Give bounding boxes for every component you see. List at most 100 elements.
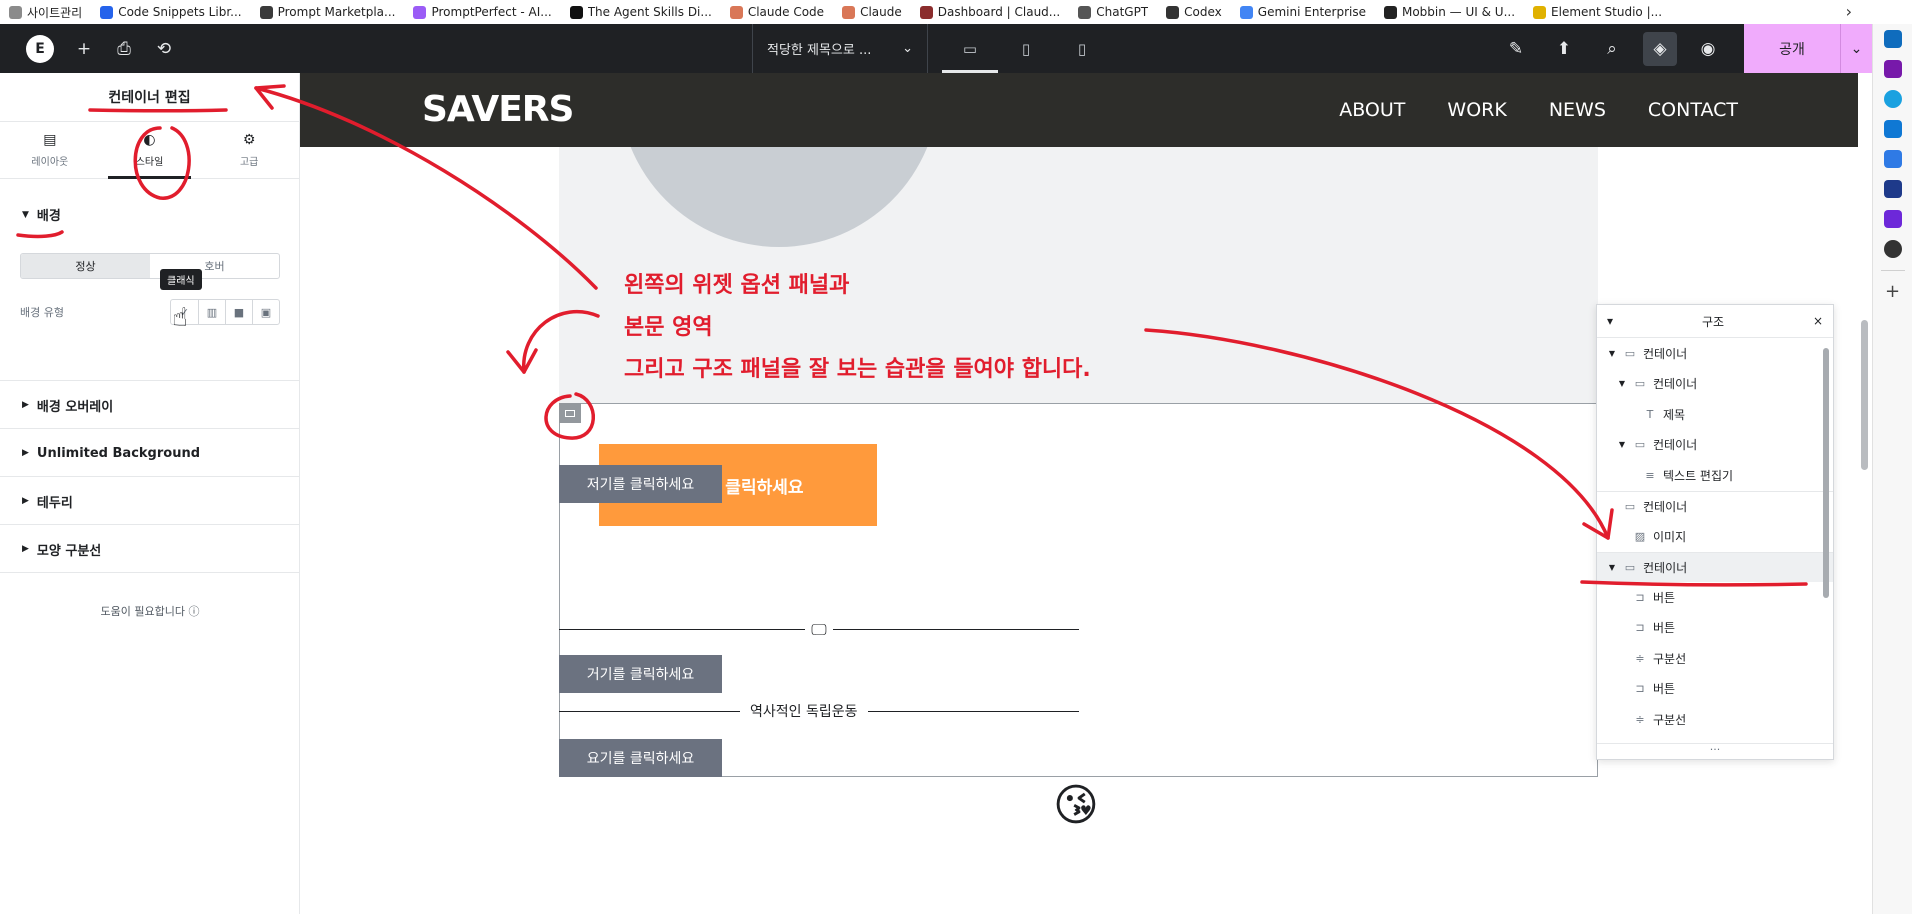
add-icon[interactable]: + (1885, 283, 1900, 301)
structure-row[interactable]: ≑ 구분선 (1597, 643, 1833, 674)
site-logo[interactable]: SAVERS (422, 89, 574, 130)
bookmark-label: Claude (860, 5, 902, 19)
desktop-view-icon[interactable]: ▭ (942, 24, 998, 73)
tab-layout[interactable]: ▤ 레이아웃 (0, 122, 100, 178)
caret-down-icon[interactable]: ▼ (1607, 349, 1617, 358)
bookmark-item[interactable]: Prompt Marketpla... (251, 0, 405, 24)
divider-icon: ≑ (1635, 651, 1645, 665)
container-icon: ▭ (1634, 377, 1646, 391)
bookmark-item[interactable]: Dashboard | Claud... (911, 0, 1070, 24)
bookmark-favicon-icon (919, 5, 933, 19)
structure-row[interactable]: ⊐버튼 (1597, 613, 1833, 644)
app-m-icon[interactable] (1883, 180, 1902, 198)
button-2[interactable]: 거기를 클릭하세요 (559, 655, 722, 693)
nav-item-work[interactable]: WORK (1447, 99, 1506, 121)
bookmark-item[interactable]: Code Snippets Libr... (91, 0, 250, 24)
structure-toggle-icon[interactable]: ▾ (1607, 314, 1613, 328)
app-connect-icon[interactable] (1883, 210, 1902, 228)
outlook-icon[interactable] (1883, 30, 1902, 48)
bookmark-item[interactable]: Claude (833, 0, 911, 24)
canvas-scrollbar[interactable] (1861, 320, 1868, 470)
launch-icon[interactable]: ⬆ (1540, 24, 1588, 73)
bookmark-item[interactable]: Element Studio |... (1524, 0, 1671, 24)
structure-row[interactable]: ▼ ▭ 컨테이너 (1597, 430, 1833, 461)
structure-row[interactable]: ▼ ▭ 컨테이너 (1597, 369, 1833, 400)
annotation-line-2: 본문 영역 (624, 315, 713, 340)
structure-layers-icon[interactable]: ◈ (1643, 31, 1677, 66)
caret-down-icon[interactable]: ▼ (1617, 379, 1627, 388)
section-border[interactable]: ▶ 테두리 (0, 477, 299, 525)
bookmark-item[interactable]: ChatGPT (1069, 0, 1157, 24)
tablet-view-icon[interactable]: ▯ (998, 24, 1054, 73)
bookmark-favicon-icon (1166, 5, 1180, 19)
search-icon[interactable]: ⌕ (1588, 24, 1636, 73)
publish-button[interactable]: 공개 ⌄ (1744, 24, 1872, 73)
nav-item-about[interactable]: ABOUT (1339, 99, 1405, 121)
chevron-down-icon[interactable]: ⌄ (1840, 24, 1872, 73)
bookmark-label: Code Snippets Libr... (118, 5, 242, 19)
bookmark-favicon-icon (1383, 5, 1397, 19)
state-normal-tab[interactable]: 정상 (21, 254, 150, 278)
history-icon[interactable]: ⟲ (144, 24, 184, 73)
bookmark-item[interactable]: The Agent Skills Di... (561, 0, 721, 24)
nav-item-contact[interactable]: CONTACT (1648, 99, 1738, 121)
bookmarks-more-icon[interactable]: › (1846, 2, 1852, 21)
bookmark-item[interactable]: Gemini Enterprise (1231, 0, 1375, 24)
page-settings-icon[interactable]: ⎙ (104, 24, 144, 73)
onenote-icon[interactable] (1883, 60, 1902, 78)
structure-row-label: 컨테이너 (1643, 560, 1688, 575)
structure-row[interactable]: T 제목 (1597, 399, 1833, 430)
structure-row[interactable]: ⊐버튼 (1597, 735, 1833, 744)
button-3[interactable]: 요기를 클릭하세요 (559, 739, 722, 777)
structure-row-label: 버튼 (1653, 621, 1676, 636)
annotation-line-3: 그리고 구조 패널을 잘 보는 습관을 들여야 합니다. (624, 357, 1091, 382)
gradient-icon[interactable]: ▥ (198, 300, 225, 324)
bookmark-item[interactable]: 사이트관리 (0, 0, 91, 24)
structure-row[interactable]: ▨ 이미지 (1597, 521, 1833, 552)
section-background-overlay[interactable]: ▶ 배경 오버레이 (0, 381, 299, 429)
edge-icon[interactable] (1883, 90, 1902, 108)
structure-row[interactable]: ▼ ▭ 컨테이너 (1597, 551, 1833, 582)
slideshow-icon[interactable]: ▣ (252, 300, 279, 324)
chatgpt-icon[interactable] (1883, 240, 1902, 258)
preview-eye-icon[interactable]: ◉ (1684, 24, 1732, 73)
tab-advanced[interactable]: ⚙ 고급 (199, 122, 299, 178)
video-icon[interactable]: ■ (225, 300, 252, 324)
caret-down-icon[interactable]: ▼ (1607, 563, 1617, 572)
button-1[interactable]: 저기를 클릭하세요 (559, 465, 722, 503)
help-label: 도움이 필요합니다 (100, 605, 185, 618)
bookmark-favicon-icon (729, 5, 743, 19)
container-handle-icon[interactable] (559, 403, 581, 423)
bookmarks-bar: 사이트관리 Code Snippets Libr... Prompt Marketp… (0, 0, 1912, 24)
close-icon[interactable]: × (1813, 314, 1823, 328)
tab-style[interactable]: ◐ 스타일 (100, 122, 200, 179)
mobile-view-icon[interactable]: ▯ (1054, 24, 1110, 73)
onedrive-icon[interactable] (1883, 120, 1902, 138)
bookmark-item[interactable]: Codex (1157, 0, 1231, 24)
bookmark-label: Claude Code (747, 5, 825, 19)
site-settings-icon[interactable]: ✎ (1492, 24, 1540, 73)
container-icon: ▭ (1624, 346, 1636, 360)
caret-down-icon[interactable]: ▼ (1617, 440, 1627, 449)
bookmark-item[interactable]: Claude Code (721, 0, 833, 24)
bookmark-item[interactable]: Mobbin — UI & U... (1375, 0, 1524, 24)
site-nav: ABOUT WORK NEWS CONTACT (1339, 73, 1738, 147)
structure-more-icon[interactable]: ··· (1597, 743, 1833, 759)
structure-row[interactable]: ⊐버튼 (1597, 582, 1833, 613)
document-title-dropdown[interactable]: 적당한 제목으로 ... ⌄ (752, 24, 928, 73)
bookmark-item[interactable]: PromptPerfect - AI... (404, 0, 560, 24)
structure-row[interactable]: ▼ ▭ 컨테이너 (1597, 338, 1833, 369)
nav-item-news[interactable]: NEWS (1549, 99, 1606, 121)
section-unlimited-background[interactable]: ▶ Unlimited Background (0, 429, 299, 477)
section-shape-divider[interactable]: ▶ 모양 구분선 (0, 525, 299, 573)
structure-scrollbar[interactable] (1823, 348, 1829, 598)
structure-row[interactable]: ▭ 컨테이너 (1597, 490, 1833, 522)
background-section-header[interactable]: ▼ 배경 (0, 191, 299, 238)
bing-icon[interactable] (1883, 150, 1902, 168)
elementor-logo-icon[interactable]: E (26, 34, 54, 63)
help-link[interactable]: 도움이 필요합니다 ⓘ (0, 603, 300, 619)
structure-row[interactable]: ≡ 텍스트 편집기 (1597, 460, 1833, 491)
structure-row[interactable]: ⊐버튼 (1597, 674, 1833, 705)
add-element-icon[interactable]: + (64, 24, 104, 73)
structure-row[interactable]: ≑ 구분선 (1597, 704, 1833, 735)
